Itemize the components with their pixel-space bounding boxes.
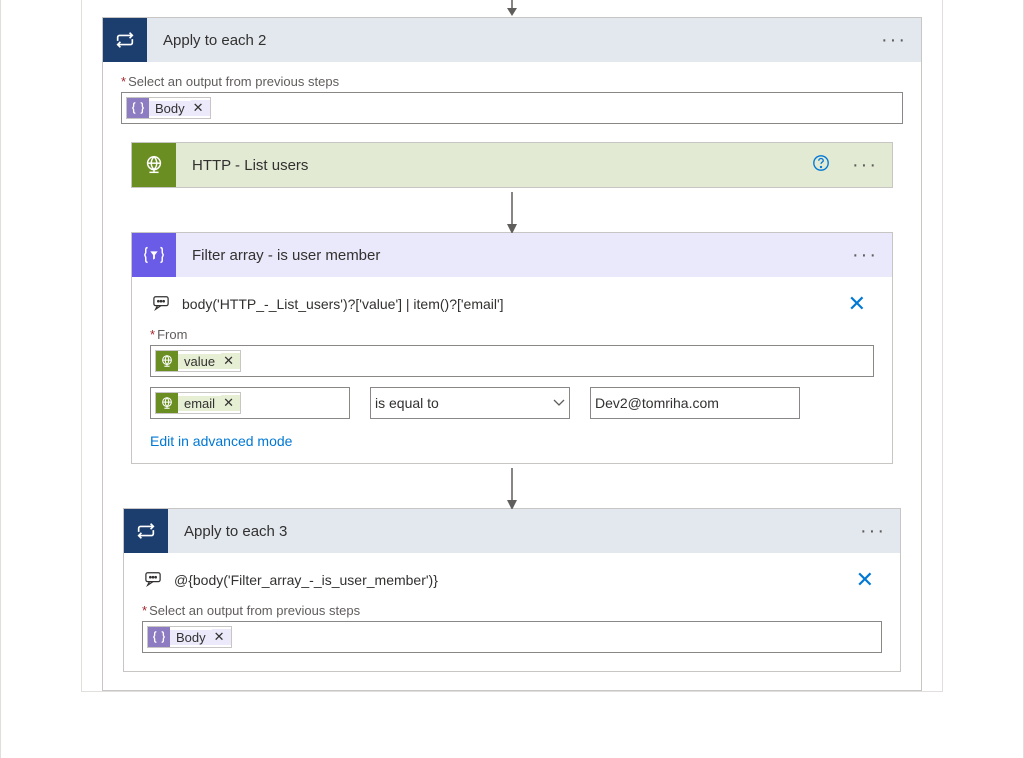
apply-to-each-2-title: Apply to each 2 [147,32,867,49]
select-output-label: *Select an output from previous steps [142,603,882,618]
select-output-input[interactable]: Body ✕ [121,92,903,124]
more-menu-button[interactable]: ··· [838,154,892,177]
condition-right-input[interactable]: Dev2@tomriha.com [590,387,800,419]
expression-row: @{body('Filter_array_-_is_user_member')}… [142,565,882,603]
chevron-down-icon [553,396,565,410]
speech-bubble-icon [142,571,164,590]
globe-icon [156,393,178,413]
flow-container: Apply to each 2 ··· *Select an output fr… [81,0,943,692]
filter-array-card: Filter array - is user member ··· [131,232,893,464]
apply-to-each-2-card: Apply to each 2 ··· *Select an output fr… [102,17,922,691]
expression-text: body('HTTP_-_List_users')?['value'] | it… [182,296,830,312]
condition-left-input[interactable]: email ✕ [150,387,350,419]
http-list-users-header[interactable]: HTTP - List users ··· [132,143,892,187]
filter-array-header[interactable]: Filter array - is user member ··· [132,233,892,277]
apply-to-each-3-card: Apply to each 3 ··· [123,508,901,672]
globe-icon [156,351,178,371]
filter-array-body: body('HTTP_-_List_users')?['value'] | it… [132,277,892,463]
from-label: *From [150,327,874,342]
select-output-input[interactable]: Body ✕ [142,621,882,653]
body-token[interactable]: Body ✕ [126,97,211,119]
help-icon[interactable] [812,154,838,177]
apply-to-each-3-body: @{body('Filter_array_-_is_user_member')}… [124,553,900,671]
globe-icon [132,143,176,187]
select-output-label: *Select an output from previous steps [121,74,903,89]
expression-close-button[interactable]: ✕ [848,567,882,593]
loop-icon [103,18,147,62]
expression-text: @{body('Filter_array_-_is_user_member')} [174,572,838,588]
token-label: email [178,396,221,411]
connector-arrow [103,188,921,232]
braces-icon [127,98,149,118]
required-star: * [121,74,126,89]
from-input[interactable]: value ✕ [150,345,874,377]
token-remove-button[interactable]: ✕ [212,629,231,645]
braces-icon [148,627,170,647]
connector-arrow [103,464,921,508]
connector-arrow-top [82,0,942,18]
edit-advanced-mode-link[interactable]: Edit in advanced mode [150,433,874,449]
expression-row: body('HTTP_-_List_users')?['value'] | it… [150,289,874,327]
apply-to-each-2-header[interactable]: Apply to each 2 ··· [103,18,921,62]
token-remove-button[interactable]: ✕ [221,353,240,369]
filter-array-title: Filter array - is user member [176,247,838,264]
token-label: Body [149,101,191,116]
required-star: * [150,327,155,342]
token-label: Body [170,630,212,645]
expression-close-button[interactable]: ✕ [840,291,874,317]
more-menu-button[interactable]: ··· [846,520,900,543]
token-remove-button[interactable]: ✕ [191,100,210,116]
flow-canvas: Apply to each 2 ··· *Select an output fr… [0,0,1024,758]
loop-icon [124,509,168,553]
more-menu-button[interactable]: ··· [867,29,921,52]
value-token[interactable]: value ✕ [155,350,241,372]
http-list-users-title: HTTP - List users [176,157,812,174]
apply-to-each-2-body: *Select an output from previous steps Bo… [103,62,921,128]
speech-bubble-icon [150,295,172,314]
apply-to-each-3-header[interactable]: Apply to each 3 ··· [124,509,900,553]
token-remove-button[interactable]: ✕ [221,395,240,411]
body-token[interactable]: Body ✕ [147,626,232,648]
token-label: value [178,354,221,369]
email-token[interactable]: email ✕ [155,392,241,414]
condition-row: email ✕ is equal to [150,387,874,419]
http-list-users-card: HTTP - List users ··· [131,142,893,188]
required-star: * [142,603,147,618]
more-menu-button[interactable]: ··· [838,244,892,267]
apply-to-each-3-title: Apply to each 3 [168,523,846,540]
condition-operator-select[interactable]: is equal to [370,387,570,419]
filter-icon [132,233,176,277]
